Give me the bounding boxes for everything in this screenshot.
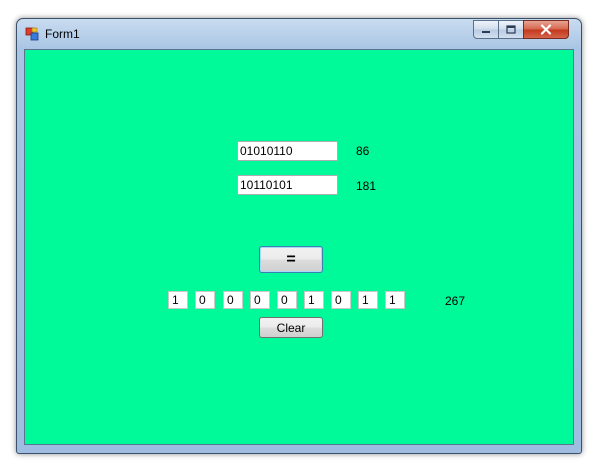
decimal-value-2: 181 [356,179,377,193]
result-bit-box[interactable]: 0 [331,291,351,309]
decimal-value-1: 86 [356,144,370,158]
result-bit-box[interactable]: 1 [304,291,324,309]
window-title: Form1 [45,27,80,41]
maximize-button[interactable] [498,20,524,39]
result-bit-box[interactable]: 0 [223,291,243,309]
maximize-icon [506,25,516,34]
binary-input-1[interactable]: 01010110 [237,141,338,161]
result-decimal-value: 267 [445,294,466,308]
title-bar[interactable]: Form1 [17,19,581,49]
result-bit-box[interactable]: 0 [250,291,270,309]
close-button[interactable] [523,20,569,39]
binary-input-2[interactable]: 10110101 [237,175,338,195]
result-bit-box[interactable]: 0 [277,291,297,309]
app-window: Form1 01010110 86 10110101 181 = 1 0 0 0 [16,18,582,454]
winforms-app-icon [25,27,39,41]
result-bit-box[interactable]: 1 [168,291,188,309]
equals-button[interactable]: = [259,246,323,273]
result-bit-box[interactable]: 0 [195,291,215,309]
result-bit-box[interactable]: 1 [358,291,378,309]
result-bit-box[interactable]: 1 [385,291,405,309]
minimize-button[interactable] [473,20,499,39]
minimize-icon [482,30,490,33]
close-icon [540,24,552,35]
form-client-area: 01010110 86 10110101 181 = 1 0 0 0 0 1 0… [24,49,574,445]
clear-button[interactable]: Clear [259,317,323,338]
